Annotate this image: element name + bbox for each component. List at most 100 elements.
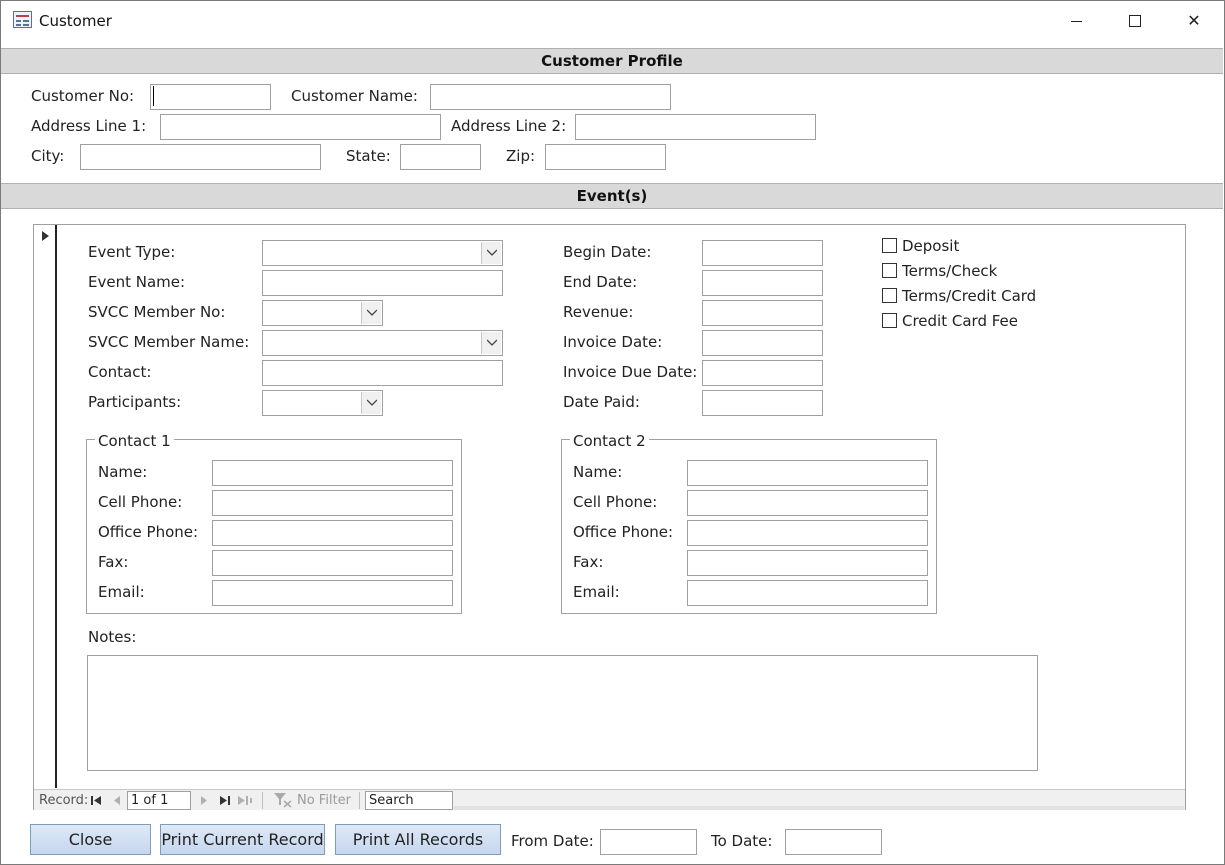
from-date-label: From Date: xyxy=(511,832,594,850)
address-line-1-field[interactable] xyxy=(160,114,441,140)
close-icon: ✕ xyxy=(1187,11,1201,30)
invoice-date-field[interactable] xyxy=(702,330,823,356)
contact-2-email-label: Email: xyxy=(573,583,620,601)
notes-field[interactable] xyxy=(87,655,1038,771)
customer-no-label: Customer No: xyxy=(31,87,135,105)
text-cursor xyxy=(153,86,154,106)
filter-icon xyxy=(274,793,292,808)
next-record-icon[interactable] xyxy=(201,796,207,805)
address-line-1-label: Address Line 1: xyxy=(31,117,147,135)
customer-name-field[interactable] xyxy=(430,84,671,110)
end-date-field[interactable] xyxy=(702,270,823,296)
participants-label: Participants: xyxy=(88,393,182,411)
terms-check-label: Terms/Check xyxy=(902,262,998,280)
svcc-member-name-combo[interactable] xyxy=(262,330,503,356)
no-filter-button[interactable]: No Filter xyxy=(297,793,351,808)
to-date-label: To Date: xyxy=(711,832,773,850)
horizontal-scrollbar[interactable] xyxy=(454,806,1184,810)
notes-label: Notes: xyxy=(88,628,137,646)
print-current-record-button[interactable]: Print Current Record xyxy=(160,824,325,855)
credit-card-fee-label: Credit Card Fee xyxy=(902,312,1019,330)
contact-1-office-label: Office Phone: xyxy=(98,523,199,541)
contact-1-fax-field[interactable] xyxy=(212,550,453,576)
record-selector[interactable] xyxy=(34,225,57,788)
contact-1-email-label: Email: xyxy=(98,583,145,601)
contact-2-name-label: Name: xyxy=(573,463,623,481)
address-line-2-field[interactable] xyxy=(575,114,816,140)
record-label: Record: xyxy=(39,793,89,808)
first-record-icon[interactable] xyxy=(91,796,102,805)
begin-date-field[interactable] xyxy=(702,240,823,266)
contact-2-cell-label: Cell Phone: xyxy=(573,493,658,511)
current-record-field[interactable]: 1 of 1 xyxy=(127,791,191,810)
title-bar: Customer ✕ xyxy=(1,1,1224,41)
contact-2-email-field[interactable] xyxy=(687,580,928,606)
record-navigation-bar: Record: 1 of 1 No Filter Search xyxy=(34,789,1185,810)
terms-credit-card-checkbox[interactable] xyxy=(882,288,897,303)
contact-1-fax-label: Fax: xyxy=(98,553,129,571)
close-window-button[interactable]: ✕ xyxy=(1165,1,1223,41)
close-button[interactable]: Close xyxy=(30,824,151,855)
end-date-label: End Date: xyxy=(563,273,638,291)
new-record-icon[interactable] xyxy=(238,796,252,805)
contact-label: Contact: xyxy=(88,363,152,381)
invoice-due-date-field[interactable] xyxy=(702,360,823,386)
event-type-label: Event Type: xyxy=(88,243,176,261)
deposit-checkbox[interactable] xyxy=(882,238,897,253)
last-record-icon[interactable] xyxy=(220,796,231,805)
svcc-member-name-dropdown-button[interactable] xyxy=(481,332,501,354)
event-type-dropdown-button[interactable] xyxy=(481,242,501,264)
contact-1-email-field[interactable] xyxy=(212,580,453,606)
participants-dropdown-button[interactable] xyxy=(361,392,381,414)
from-date-field[interactable] xyxy=(600,829,697,855)
chevron-down-icon xyxy=(367,309,377,316)
contact-2-cell-field[interactable] xyxy=(687,490,928,516)
city-field[interactable] xyxy=(80,144,321,170)
contact-2-fax-field[interactable] xyxy=(687,550,928,576)
event-name-field[interactable] xyxy=(262,270,503,296)
svcc-member-name-label: SVCC Member Name: xyxy=(88,333,250,351)
date-paid-field[interactable] xyxy=(702,390,823,416)
event-name-label: Event Name: xyxy=(88,273,186,291)
svcc-member-no-combo[interactable] xyxy=(262,300,383,326)
revenue-label: Revenue: xyxy=(563,303,634,321)
zip-label: Zip: xyxy=(506,147,536,165)
terms-credit-card-label: Terms/Credit Card xyxy=(902,287,1037,305)
zip-field[interactable] xyxy=(545,144,666,170)
nav-separator xyxy=(359,792,360,809)
nav-separator xyxy=(262,792,263,809)
minimize-button[interactable] xyxy=(1048,1,1106,41)
access-form-icon xyxy=(13,11,32,28)
credit-card-fee-checkbox[interactable] xyxy=(882,313,897,328)
state-field[interactable] xyxy=(400,144,481,170)
previous-record-icon[interactable] xyxy=(114,796,120,805)
maximize-icon xyxy=(1129,15,1141,27)
revenue-field[interactable] xyxy=(702,300,823,326)
contact-1-name-label: Name: xyxy=(98,463,148,481)
contact-2-fax-label: Fax: xyxy=(573,553,604,571)
customer-no-field[interactable] xyxy=(150,84,271,110)
maximize-button[interactable] xyxy=(1106,1,1164,41)
chevron-down-icon xyxy=(487,339,497,346)
participants-combo[interactable] xyxy=(262,390,383,416)
record-search-field[interactable]: Search xyxy=(365,791,453,810)
contact-1-cell-field[interactable] xyxy=(212,490,453,516)
event-type-combo[interactable] xyxy=(262,240,503,266)
events-header: Event(s) xyxy=(1,183,1223,209)
contact-1-office-field[interactable] xyxy=(212,520,453,546)
deposit-label: Deposit xyxy=(902,237,960,255)
contact-1-cell-label: Cell Phone: xyxy=(98,493,183,511)
svcc-member-no-dropdown-button[interactable] xyxy=(361,302,381,324)
contact-2-name-field[interactable] xyxy=(687,460,928,486)
print-all-records-button[interactable]: Print All Records xyxy=(335,824,501,855)
contact-2-office-field[interactable] xyxy=(687,520,928,546)
events-subform: Event Type: Event Name: SVCC Member No: … xyxy=(33,224,1186,810)
contact-field[interactable] xyxy=(262,360,503,386)
chevron-down-icon xyxy=(487,249,497,256)
minimize-icon xyxy=(1071,21,1082,22)
terms-check-checkbox[interactable] xyxy=(882,263,897,278)
contact-1-name-field[interactable] xyxy=(212,460,453,486)
invoice-due-date-label: Invoice Due Date: xyxy=(563,363,698,381)
window-title: Customer xyxy=(39,12,112,30)
to-date-field[interactable] xyxy=(785,829,882,855)
